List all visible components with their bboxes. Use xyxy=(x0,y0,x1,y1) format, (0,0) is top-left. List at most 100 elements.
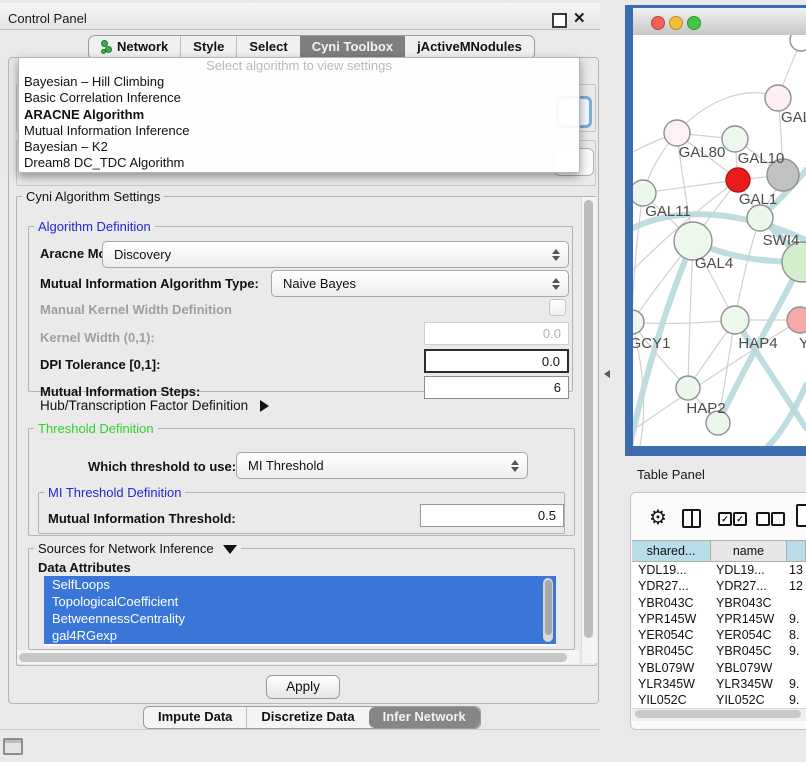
network-edge[interactable] xyxy=(735,218,760,320)
close-icon[interactable]: ✕ xyxy=(573,9,586,27)
list-item-gal4rgexp[interactable]: gal4RGexp xyxy=(44,627,556,644)
table-row[interactable]: YLR345WYLR345W9. xyxy=(632,676,806,692)
data-attributes-list: SelfLoops TopologicalCoefficient Between… xyxy=(44,576,556,646)
table-row[interactable]: YPR145WYPR145W9. xyxy=(632,611,806,627)
which-threshold-combo[interactable]: MI Threshold xyxy=(236,452,528,479)
network-graph[interactable]: GALGAL80GAL10GAL1GAL11SWI4GAL4GCY1HAP4YH… xyxy=(633,35,806,446)
table-row[interactable]: YBR045CYBR045C9. xyxy=(632,643,806,659)
node-gal80[interactable] xyxy=(664,120,690,146)
node-label: HAP2 xyxy=(686,400,725,417)
dpi-tolerance-field[interactable]: 0.0 xyxy=(424,349,569,373)
apply-button[interactable]: Apply xyxy=(266,675,340,699)
table-row[interactable]: YDL19...YDL19...13 xyxy=(632,562,806,578)
node-swi4[interactable] xyxy=(747,205,773,231)
gear-icon[interactable]: ⚙ xyxy=(649,505,667,530)
table-header-row: shared... name xyxy=(632,540,806,562)
kernel-width-field[interactable]: 0.0 xyxy=(424,322,569,345)
tab-cyni-toolbox[interactable]: Cyni Toolbox xyxy=(300,36,405,59)
network-window-titlebar[interactable] xyxy=(633,8,806,36)
node-salmon[interactable] xyxy=(787,307,806,333)
popup-item-dream8[interactable]: Dream8 DC_TDC Algorithm xyxy=(19,155,579,171)
settings-vertical-scrollbar-thumb[interactable] xyxy=(584,200,593,638)
table-row[interactable]: YBL079WYBL079W xyxy=(632,660,806,676)
column-header-cut[interactable] xyxy=(787,541,806,562)
list-item-topologicalcoefficient[interactable]: TopologicalCoefficient xyxy=(44,593,556,610)
node-gal10[interactable] xyxy=(722,126,748,152)
table-cell: 9. xyxy=(785,611,806,627)
table-row[interactable]: YDR27...YDR27...12 xyxy=(632,578,806,594)
node-label: HAP4 xyxy=(738,335,777,352)
tab-style[interactable]: Style xyxy=(180,36,236,59)
sources-title-label: Sources for Network Inference xyxy=(38,541,214,556)
popup-item-bayesian-hill-climbing[interactable]: Bayesian – Hill Climbing xyxy=(19,74,579,90)
node-hap2[interactable] xyxy=(676,376,700,400)
popup-prompt: Select algorithm to view settings xyxy=(19,58,579,74)
checked-checkbox-icon[interactable]: ✓ xyxy=(718,512,732,526)
network-canvas[interactable]: GALGAL80GAL10GAL1GAL11SWI4GAL4GCY1HAP4YH… xyxy=(633,35,806,446)
kernel-width-label: Kernel Width (0,1): xyxy=(40,330,155,345)
expanded-arrow-icon xyxy=(223,545,237,554)
node-top-right[interactable] xyxy=(790,35,806,51)
mi-steps-field[interactable]: 6 xyxy=(424,376,569,399)
network-edge[interactable] xyxy=(633,320,735,323)
table-cell: YLR345W xyxy=(710,676,785,692)
table-cell: YDL19... xyxy=(632,562,710,578)
network-edge[interactable] xyxy=(677,93,778,133)
node-gal1-red[interactable] xyxy=(726,168,750,192)
popup-item-basic-correlation[interactable]: Basic Correlation Inference xyxy=(19,90,579,106)
node-label: GAL1 xyxy=(739,191,777,208)
docked-panel-icon[interactable] xyxy=(3,738,23,755)
aracne-mode-combo[interactable]: Discovery xyxy=(102,241,569,268)
table-cell: YIL052C xyxy=(710,692,785,708)
popup-item-mutual-information[interactable]: Mutual Information Inference xyxy=(19,123,579,139)
popup-item-aracne[interactable]: ARACNE Algorithm xyxy=(19,107,579,123)
dpi-tolerance-label: DPI Tolerance [0,1]: xyxy=(40,357,160,372)
table-row[interactable]: YER054CYER054C8. xyxy=(632,627,806,643)
mi-threshold-field[interactable]: 0.5 xyxy=(420,504,564,527)
tab-discretize-data[interactable]: Discretize Data xyxy=(246,707,368,728)
mi-type-value: Naive Bayes xyxy=(272,276,551,291)
table-cell: YIL052C xyxy=(632,692,710,708)
threshold-definition-title: Threshold Definition xyxy=(34,421,158,436)
splitter-collapse-icon[interactable] xyxy=(604,370,610,378)
minimize-traffic-light-icon[interactable] xyxy=(669,16,683,30)
table-horizontal-scrollbar-thumb[interactable] xyxy=(635,710,801,718)
unchecked-checkbox-icon[interactable] xyxy=(771,512,785,526)
attributes-list-scrollbar-thumb[interactable] xyxy=(545,580,552,635)
table-body: YDL19...YDL19...13YDR27...YDR27...12YBR0… xyxy=(632,562,806,709)
sources-group-title[interactable]: Sources for Network Inference xyxy=(34,541,241,556)
restore-icon[interactable] xyxy=(552,13,567,28)
tab-impute-data[interactable]: Impute Data xyxy=(144,707,246,728)
close-traffic-light-icon[interactable] xyxy=(651,16,665,30)
node-label: GAL4 xyxy=(695,255,733,272)
network-edge[interactable] xyxy=(688,241,693,388)
popup-item-bayesian-k2[interactable]: Bayesian – K2 xyxy=(19,139,579,155)
tab-network[interactable]: Network xyxy=(89,36,180,59)
table-row[interactable]: YBR043CYBR043C xyxy=(632,595,806,611)
settings-horizontal-scrollbar-thumb[interactable] xyxy=(19,653,567,662)
tab-select[interactable]: Select xyxy=(236,36,299,59)
node-hap4[interactable] xyxy=(721,306,749,334)
table-panel-title: Table Panel xyxy=(637,467,705,482)
table-row[interactable]: YIL052CYIL052C9. xyxy=(632,692,806,708)
manual-kernel-checkbox[interactable] xyxy=(549,299,566,316)
unchecked-checkbox-icon[interactable] xyxy=(756,512,770,526)
column-header-shared[interactable]: shared... xyxy=(632,541,711,562)
tab-jactivemnodules[interactable]: jActiveMNodules xyxy=(405,36,534,59)
columns-icon[interactable] xyxy=(682,509,701,528)
hub-definition-toggle[interactable]: Hub/Transcription Factor Definition xyxy=(40,398,269,413)
document-icon[interactable] xyxy=(796,504,806,527)
column-header-name[interactable]: name xyxy=(711,541,787,562)
list-item-selfloops[interactable]: SelfLoops xyxy=(44,576,556,593)
combo-arrows-icon xyxy=(551,249,560,261)
tab-style-label: Style xyxy=(193,39,224,54)
mi-type-combo[interactable]: Naive Bayes xyxy=(271,270,569,297)
node-pink-top[interactable] xyxy=(765,85,791,111)
node-gcy1[interactable] xyxy=(633,310,644,334)
tab-infer-network[interactable]: Infer Network xyxy=(369,707,480,728)
list-item-betweennesscentrality[interactable]: BetweennessCentrality xyxy=(44,610,556,627)
network-edge[interactable] xyxy=(633,193,643,322)
checked-checkbox-icon[interactable]: ✓ xyxy=(733,512,747,526)
zoom-traffic-light-icon[interactable] xyxy=(687,16,701,30)
bottom-tabbar: Impute Data Discretize Data Infer Networ… xyxy=(143,706,481,729)
